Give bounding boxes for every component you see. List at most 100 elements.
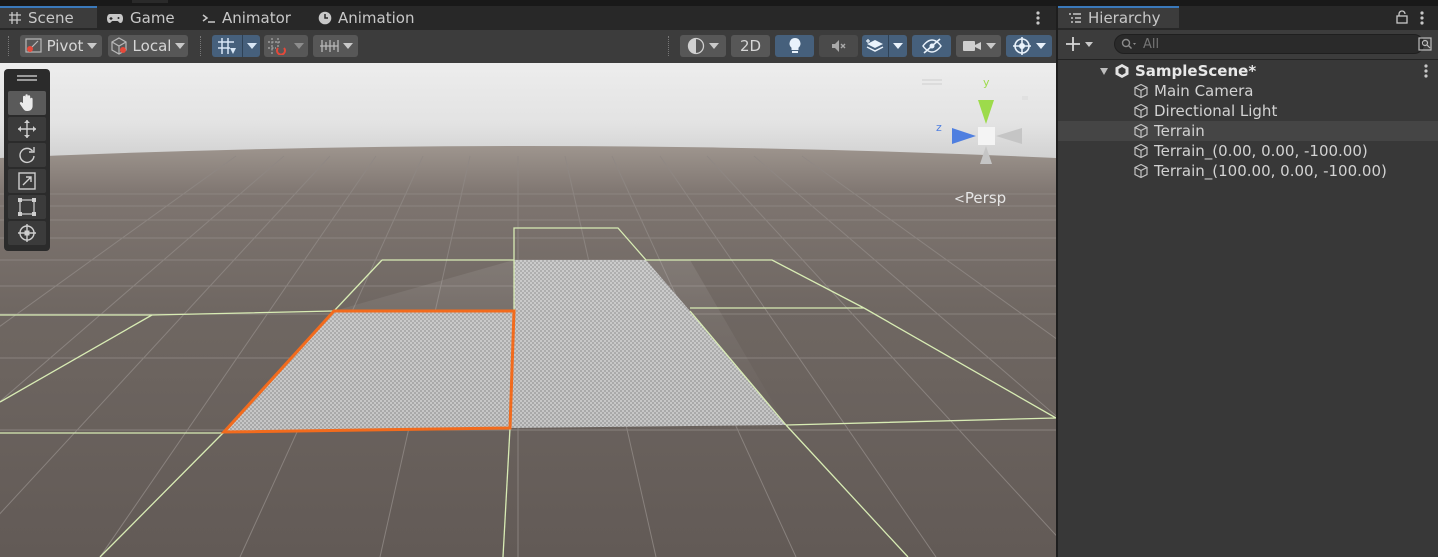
item-label: Terrain_(0.00, 0.00, -100.00) [1154, 142, 1368, 160]
gizmo-y-label: y [983, 76, 990, 89]
scene-toolbar: Pivot Local 2D [0, 30, 1056, 64]
tab-label: Animator [222, 9, 291, 27]
hierarchy-panel: Hierarchy SampleScene* Main [1058, 6, 1438, 557]
hierarchy-item-terrain-0-0-neg100[interactable]: Terrain_(0.00, 0.00, -100.00) [1058, 141, 1438, 161]
gizmo-z-label: z [936, 121, 942, 134]
hierarchy-more-menu-icon[interactable] [1420, 11, 1424, 29]
hierarchy-title: Hierarchy [1088, 9, 1161, 27]
shading-mode-dropdown[interactable] [680, 35, 726, 57]
scene-panel: Scene Game Animator Animation Pivot Loca… [0, 6, 1056, 557]
grid-snapping-toggle[interactable] [212, 35, 242, 57]
scene-viewport[interactable] [0, 63, 1056, 557]
tab-animation[interactable]: Animation [318, 6, 414, 30]
tool-palette [4, 69, 50, 251]
item-label: Main Camera [1154, 82, 1254, 100]
local-dropdown[interactable]: Local [108, 35, 188, 57]
grid-icon [9, 12, 21, 24]
clock-icon [318, 11, 332, 25]
scene-tabbar: Scene Game Animator Animation [0, 6, 1056, 30]
tab-label: Animation [338, 9, 415, 27]
gizmos-dropdown[interactable] [1006, 35, 1052, 57]
increment-snap-icon [268, 38, 286, 55]
hierarchy-search[interactable] [1114, 34, 1424, 54]
search-icon [1121, 38, 1136, 49]
item-label: Directional Light [1154, 102, 1278, 120]
expand-triangle-icon[interactable] [1100, 62, 1108, 80]
hierarchy-item-terrain[interactable]: Terrain [1058, 121, 1438, 141]
scene-row-menu-icon[interactable] [1424, 64, 1428, 78]
mode-2d-toggle[interactable]: 2D [731, 35, 770, 57]
eye-hidden-icon [921, 38, 942, 54]
scene-root-row[interactable]: SampleScene* [1058, 61, 1438, 81]
grid-snapping-dropdown[interactable] [242, 35, 260, 57]
ruler-grid-icon [319, 40, 339, 52]
hand-tool-button[interactable] [8, 91, 46, 115]
rect-tool-button[interactable] [8, 195, 46, 219]
audio-toggle[interactable] [819, 35, 858, 57]
gameobject-cube-icon [1134, 123, 1148, 139]
rotate-tool-button[interactable] [8, 143, 46, 167]
increment-snap-toggle[interactable] [264, 35, 290, 57]
scale-tool-icon [18, 172, 36, 190]
animator-icon [202, 14, 215, 23]
effects-layers-icon [866, 39, 884, 52]
hierarchy-item-terrain-100-0-neg100[interactable]: Terrain_(100.00, 0.00, -100.00) [1058, 161, 1438, 181]
item-label: Terrain_(100.00, 0.00, -100.00) [1154, 162, 1387, 180]
gameobject-cube-icon [1134, 83, 1148, 99]
gizmo-drag-handle[interactable] [922, 79, 942, 85]
local-space-icon [110, 37, 127, 55]
tab-game[interactable]: Game [106, 6, 175, 30]
search-by-type-icon[interactable] [1418, 37, 1432, 55]
move-tool-icon [18, 120, 36, 138]
persp-arrow-icon: < [954, 192, 965, 207]
scene-view-canvas[interactable] [0, 63, 1056, 557]
effects-toggle[interactable] [862, 35, 888, 57]
pivot-label: Pivot [46, 37, 84, 55]
gamepad-icon [107, 14, 123, 23]
move-tool-button[interactable] [8, 117, 46, 141]
effects-dropdown[interactable] [888, 35, 907, 57]
plus-icon [1066, 37, 1080, 51]
transform-tool-button[interactable] [8, 221, 46, 245]
hierarchy-tabbar: Hierarchy [1058, 6, 1438, 30]
item-label: Terrain [1154, 122, 1205, 140]
persp-label: Persp [964, 189, 1007, 207]
gameobject-cube-icon [1134, 103, 1148, 119]
gizmo-center-cube [978, 127, 995, 145]
tab-scene[interactable]: Scene [0, 6, 97, 28]
local-label: Local [132, 37, 172, 55]
grid-visibility-dropdown[interactable] [313, 35, 358, 57]
hierarchy-item-directional-light[interactable]: Directional Light [1058, 101, 1438, 121]
transform-tool-icon [18, 224, 36, 242]
lighting-toggle[interactable] [775, 35, 814, 57]
pivot-icon [24, 38, 42, 53]
lock-icon[interactable] [1396, 10, 1408, 28]
scale-tool-button[interactable] [8, 169, 46, 193]
palette-grip[interactable] [17, 75, 37, 81]
tab-animator[interactable]: Animator [202, 6, 291, 30]
speaker-muted-icon [831, 40, 845, 52]
hierarchy-list-icon [1069, 13, 1081, 23]
camera-settings-dropdown[interactable] [956, 35, 1001, 57]
gameobject-cube-icon [1134, 163, 1148, 179]
shaded-sphere-icon [687, 37, 705, 55]
gameobject-cube-icon [1134, 143, 1148, 159]
unity-scene-icon [1115, 64, 1129, 78]
scene-visibility-toggle[interactable] [912, 35, 951, 57]
hierarchy-item-main-camera[interactable]: Main Camera [1058, 81, 1438, 101]
increment-snap-dropdown[interactable] [290, 35, 308, 57]
gizmo-sphere-icon [1013, 37, 1031, 55]
hierarchy-search-input[interactable] [1143, 36, 1383, 52]
pivot-dropdown[interactable]: Pivot [20, 35, 102, 57]
tab-label: Scene [28, 9, 74, 27]
scene-name: SampleScene* [1135, 62, 1257, 80]
persp-toggle[interactable]: <Persp [954, 189, 1006, 207]
scene-more-menu-icon[interactable] [1030, 10, 1046, 26]
hierarchy-toolbar [1058, 30, 1438, 60]
rotate-tool-icon [19, 147, 35, 164]
camera-icon [962, 41, 981, 51]
grid-snap-icon [218, 38, 236, 54]
tab-hierarchy[interactable]: Hierarchy [1058, 6, 1179, 28]
lightbulb-icon [789, 38, 800, 53]
create-dropdown[interactable] [1066, 34, 1100, 54]
